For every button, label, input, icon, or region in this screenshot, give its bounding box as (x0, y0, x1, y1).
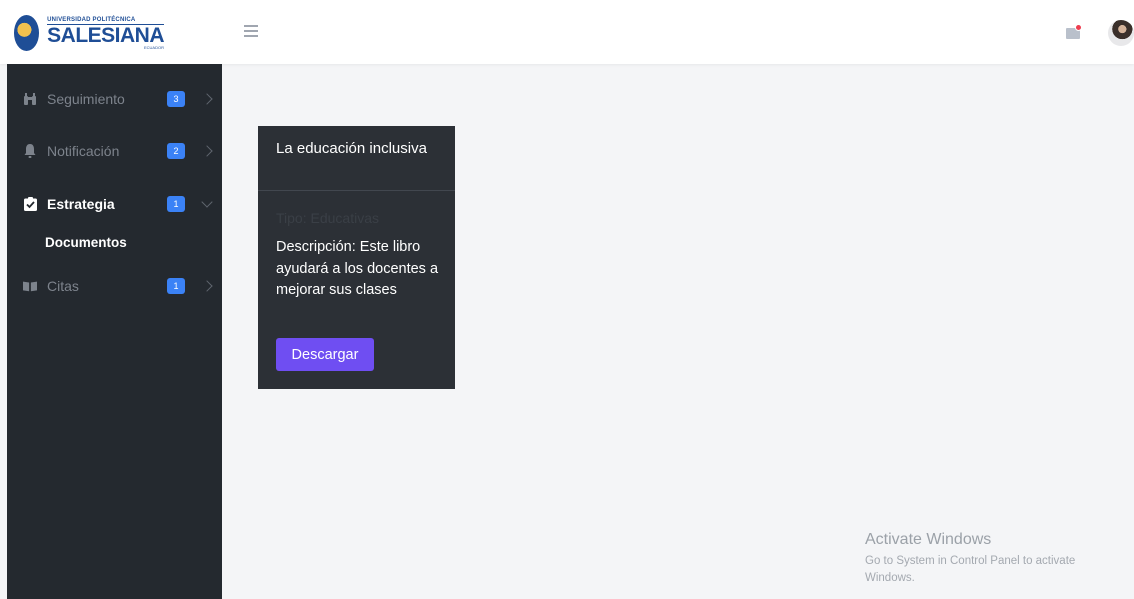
activation-watermark-title: Activate Windows (865, 531, 992, 548)
sidebar-item-label: Seguimiento (47, 91, 125, 107)
sidebar-item-citas[interactable]: Citas 1 (7, 266, 222, 306)
user-avatar[interactable] (1108, 20, 1134, 46)
mail-notification-icon[interactable] (1066, 24, 1082, 40)
activation-watermark-subtitle: Go to System in Control Panel to activat… (865, 555, 1076, 584)
binoculars-icon (23, 92, 37, 106)
notification-dot (1075, 24, 1082, 31)
sidebar-item-estrategia[interactable]: Estrategia 1 (7, 184, 222, 224)
chevron-right-icon (201, 145, 213, 157)
sidebar-item-label: Estrategia (47, 196, 115, 212)
count-badge: 3 (167, 91, 185, 107)
sidebar-item-seguimiento[interactable]: Seguimiento 3 (7, 79, 222, 119)
sidebar: Seguimiento 3 Notificación 2 Estrategia … (7, 64, 222, 599)
sidebar-item-label: Notificación (47, 143, 120, 159)
bell-icon (23, 144, 37, 158)
chevron-right-icon (201, 280, 213, 292)
download-button[interactable]: Descargar (276, 338, 374, 371)
clipboard-check-icon (23, 197, 37, 211)
logo-text: UNIVERSIDAD POLITÉCNICA SALESIANA ECUADO… (47, 17, 164, 50)
menu-toggle-icon[interactable] (244, 25, 258, 37)
logo-title: SALESIANA (47, 23, 164, 47)
card-description: Descripción: Este libro ayudará a los do… (276, 239, 439, 298)
count-badge: 2 (167, 143, 185, 159)
chevron-right-icon (201, 93, 213, 105)
card-type: Tipo: Educativas (276, 210, 379, 226)
count-badge: 1 (167, 278, 185, 294)
chevron-down-icon (201, 196, 213, 208)
logo-country: ECUADOR (143, 44, 164, 50)
document-card: La educación inclusiva Tipo: Educativas … (258, 126, 455, 389)
sidebar-item-label: Citas (47, 278, 79, 294)
sidebar-item-notificacion[interactable]: Notificación 2 (7, 131, 222, 171)
card-divider (258, 190, 455, 191)
university-logo[interactable]: UNIVERSIDAD POLITÉCNICA SALESIANA ECUADO… (14, 14, 164, 52)
university-seal-icon (14, 15, 40, 51)
count-badge: 1 (167, 196, 185, 212)
submenu-item-documentos[interactable]: Documentos (45, 235, 127, 250)
card-title: La educación inclusiva (276, 140, 427, 157)
book-icon (23, 279, 37, 293)
top-navbar: UNIVERSIDAD POLITÉCNICA SALESIANA ECUADO… (0, 0, 1134, 64)
